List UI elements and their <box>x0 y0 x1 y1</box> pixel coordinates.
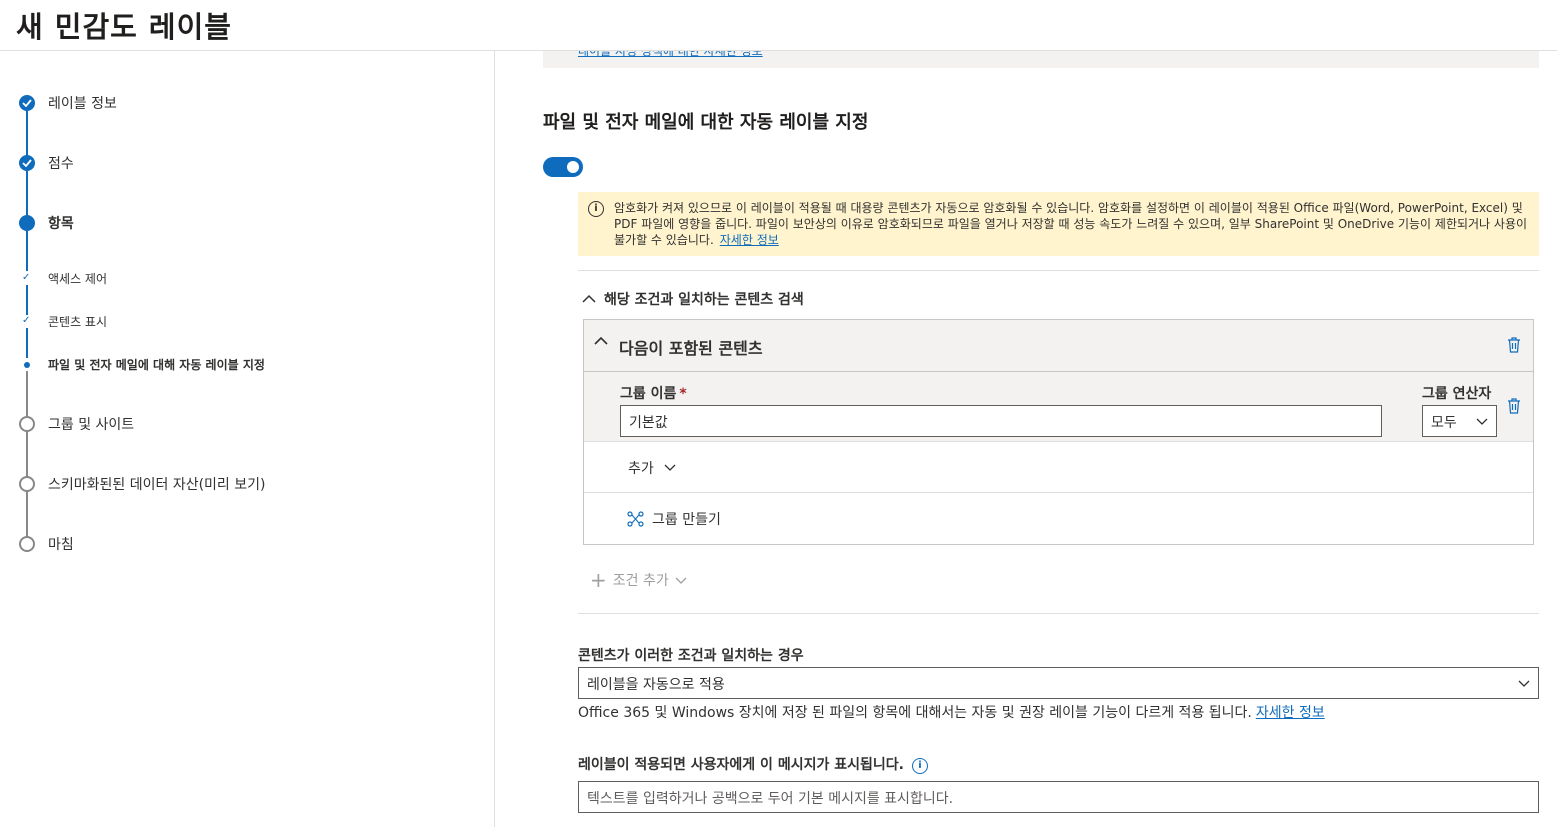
chevron-down-icon <box>675 573 687 589</box>
step-connector <box>26 431 28 477</box>
step-connector <box>26 328 28 358</box>
current-step-icon <box>19 215 35 231</box>
plus-icon: + <box>590 568 607 592</box>
step-label-access-control[interactable]: 액세스 제어 <box>48 270 107 287</box>
match-action-value: 레이블을 자동으로 적용 <box>587 677 725 693</box>
add-label: 추가 <box>628 461 654 477</box>
divider <box>578 270 1539 271</box>
condition-group-title: 다음이 포함된 콘텐츠 <box>619 339 763 358</box>
chevron-down-icon <box>664 464 676 471</box>
step-label-finish[interactable]: 마침 <box>48 534 74 554</box>
warning-text: 암호화가 켜져 있으므로 이 레이블이 적용될 때 대용량 콘텐츠가 자동으로 … <box>614 200 1529 248</box>
trash-icon[interactable] <box>1507 398 1521 414</box>
page-title: 새 민감도 레이블 <box>16 10 232 44</box>
match-action-label: 콘텐츠가 이러한 조건과 일치하는 경우 <box>578 648 804 664</box>
group-operator-label: 그룹 연산자 <box>1422 386 1492 402</box>
add-button[interactable]: 추가 <box>584 442 1533 493</box>
create-group-icon <box>627 511 644 527</box>
step-label-groups-sites[interactable]: 그룹 및 사이트 <box>48 414 134 434</box>
step-label-schematized-data[interactable]: 스키마화된된 데이터 자산(미리 보기) <box>48 474 265 494</box>
condition-group-header[interactable]: 다음이 포함된 콘텐츠 <box>584 320 1533 372</box>
check-icon: ✓ <box>22 315 31 326</box>
create-group-button[interactable]: 그룹 만들기 <box>584 493 1533 545</box>
trash-icon[interactable] <box>1507 337 1521 353</box>
match-note: Office 365 및 Windows 장치에 저장 된 파일의 항목에 대해… <box>578 702 1325 722</box>
check-icon <box>19 155 35 171</box>
page-header: 새 민감도 레이블 <box>0 0 1557 51</box>
chevron-up-icon <box>594 336 608 345</box>
step-label-auto-labeling[interactable]: 파일 및 전자 메일에 대해 자동 레이블 지정 <box>48 356 265 373</box>
step-connector <box>26 285 28 315</box>
warning-message-bar: i 암호화가 켜져 있으므로 이 레이블이 적용될 때 대용량 콘텐츠가 자동으… <box>578 192 1539 256</box>
check-icon: ✓ <box>22 272 31 283</box>
chevron-down-icon <box>1518 680 1530 687</box>
toggle-knob <box>567 161 579 173</box>
match-action-select[interactable]: 레이블을 자동으로 적용 <box>578 667 1539 699</box>
pending-step-icon <box>19 476 35 492</box>
step-label-content-marking[interactable]: 콘텐츠 표시 <box>48 313 107 330</box>
group-name-label: 그룹 이름 * <box>620 383 687 403</box>
group-fields: 그룹 이름 * 기본값 그룹 연산자 모두 <box>584 372 1533 442</box>
add-condition-label: 조건 추가 <box>612 573 669 589</box>
user-message-input[interactable]: 텍스트를 입력하거나 공백으로 두어 기본 메시지를 표시합니다. <box>578 781 1539 813</box>
group-name-input[interactable]: 기본값 <box>620 405 1382 437</box>
user-message-label: 레이블이 적용되면 사용자에게 이 메시지가 표시됩니다. i <box>578 754 928 774</box>
match-learn-more-link[interactable]: 자세한 정보 <box>1256 705 1325 721</box>
warning-learn-more-link[interactable]: 자세한 정보 <box>720 233 779 247</box>
required-mark: * <box>679 386 687 402</box>
match-note-text: Office 365 및 Windows 장치에 저장 된 파일의 항목에 대해… <box>578 705 1252 721</box>
info-icon[interactable]: i <box>911 758 928 774</box>
step-connector <box>26 171 28 217</box>
section-title: 파일 및 전자 메일에 대한 자동 레이블 지정 <box>543 112 869 133</box>
wizard-steps: 레이블 정보 점수 항목 ✓ 액세스 제어 ✓ 콘텐츠 표시 파일 및 전자 메… <box>0 51 495 827</box>
current-substep-icon <box>24 362 30 368</box>
condition-group: 다음이 포함된 콘텐츠 그룹 이름 * 기본값 그룹 연산자 모두 추가 그룹 … <box>583 319 1534 545</box>
group-operator-value: 모두 <box>1431 415 1457 431</box>
add-condition-button[interactable]: + 조건 추가 <box>590 568 687 592</box>
step-connector <box>26 491 28 537</box>
main-content: 레이블 지정 정책에 대한 자세한 정보 파일 및 전자 메일에 대한 자동 레… <box>496 51 1557 827</box>
conditions-section-title: 해당 조건과 일치하는 콘텐츠 검색 <box>604 292 804 308</box>
pending-step-icon <box>19 416 35 432</box>
step-label-items[interactable]: 항목 <box>48 213 74 233</box>
group-operator-select[interactable]: 모두 <box>1422 405 1497 437</box>
user-message-label-text: 레이블이 적용되면 사용자에게 이 메시지가 표시됩니다. <box>578 757 904 773</box>
step-connector <box>26 111 28 157</box>
check-icon <box>19 95 35 111</box>
step-connector <box>26 371 28 416</box>
step-label-info[interactable]: 레이블 정보 <box>48 93 117 113</box>
info-panel: 레이블 지정 정책에 대한 자세한 정보 <box>543 51 1539 68</box>
chevron-down-icon <box>1476 418 1488 425</box>
create-group-label: 그룹 만들기 <box>652 512 721 528</box>
auto-labeling-toggle[interactable] <box>543 157 583 177</box>
chevron-up-icon <box>582 292 596 308</box>
step-connector <box>26 231 28 271</box>
divider <box>578 613 1539 614</box>
step-label-scope[interactable]: 점수 <box>48 153 74 173</box>
group-name-label-text: 그룹 이름 <box>620 386 677 402</box>
pending-step-icon <box>19 536 35 552</box>
conditions-section-header[interactable]: 해당 조건과 일치하는 콘텐츠 검색 <box>582 289 804 309</box>
labeling-policy-link[interactable]: 레이블 지정 정책에 대한 자세한 정보 <box>578 51 763 59</box>
info-icon: i <box>588 201 604 217</box>
